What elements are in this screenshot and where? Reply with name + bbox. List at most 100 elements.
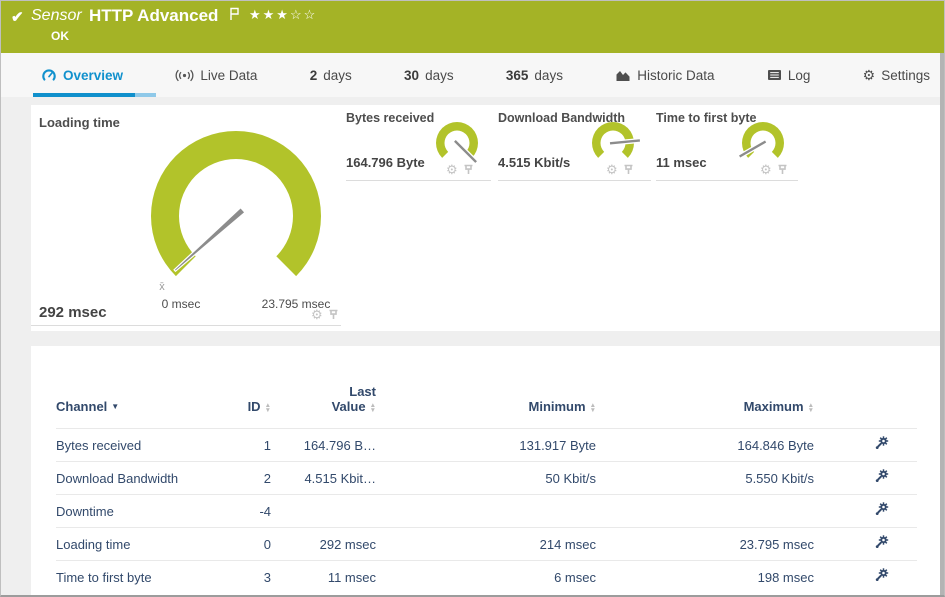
maximum-value [596,494,814,528]
gauge-settings-icon[interactable]: ⚙ [606,163,618,176]
minimum-value: 50 Kbit/s [376,461,596,495]
status-badge: OK [51,29,69,43]
tab-365-days[interactable]: 365 days [506,68,563,83]
priority-stars[interactable]: ★★★☆☆ [249,7,317,23]
pin-icon[interactable] [777,164,788,175]
channel-id: 2 [216,461,271,495]
channel-settings-icon[interactable] [873,502,889,520]
gauge-min-label: 0 msec [161,297,201,311]
column-header-channel[interactable]: Channel ▼ [56,346,216,429]
page-title: HTTP Advanced [89,6,219,25]
tab-label: Historic Data [637,67,715,83]
sort-icon: ▲ ▼ [589,401,596,414]
channel-settings-icon[interactable] [873,568,889,586]
pin-icon[interactable] [463,164,474,175]
table-row: Download Bandwidth 2 4.515 Kbit… 50 Kbit… [56,461,917,495]
tab-label: days [323,67,352,83]
tab-label: days [425,67,454,83]
gauge-title: Loading time [39,115,120,130]
tab-log[interactable]: Log [767,67,811,83]
last-value: 164.796 B… [271,428,376,462]
gauge-title: Bytes received [346,111,435,125]
sort-icon: ▲ ▼ [369,401,376,414]
channel-name[interactable]: Time to first byte [56,560,216,593]
tab-30-days[interactable]: 30 days [404,68,454,83]
gauge-settings-icon[interactable]: ⚙ [760,163,772,176]
tab-label: days [534,67,563,83]
column-header-last-value[interactable]: Last Value ▲ ▼ [271,346,376,429]
gauge-tile-time-to-first-byte: Time to first byte 11 msec ⚙ [656,105,798,181]
loading-time-gauge: x̄ [151,130,321,293]
gauge-icon [42,69,56,81]
active-tab-underline-tail [135,93,156,97]
channel-settings-icon[interactable] [873,436,889,454]
last-value [271,494,376,528]
gauge-value: 4.515 Kbit/s [498,155,571,170]
last-value: 11 msec [271,560,376,593]
maximum-value: 23.795 msec [596,527,814,561]
tab-bar: Overview Live Data 2 days 30 days 365 da… [1,53,944,97]
tab-overview[interactable]: Overview [41,68,123,83]
gauges-panel: Loading time x̄ 0 msec 23.795 msec 292 m… [31,105,942,331]
minimum-value: 131.917 Byte [376,428,596,462]
channel-name[interactable]: Download Bandwidth [56,461,216,495]
tab-settings[interactable]: ⚙ Settings [863,68,930,83]
minimum-value: 6 msec [376,560,596,593]
gauge-value: 11 msec [656,155,707,170]
column-header-id[interactable]: ID ▲ ▼ [216,346,271,429]
gauge-tile-bytes-received: Bytes received 164.796 Byte ⚙ [346,105,491,181]
stars-filled: ★★★ [249,7,290,22]
gauge-tile-loading-time: Loading time x̄ 0 msec 23.795 msec 292 m… [31,105,341,326]
log-list-icon [767,70,781,80]
last-value: 4.515 Kbit… [271,461,376,495]
pin-icon[interactable] [623,164,634,175]
tab-2-days[interactable]: 2 days [310,68,352,83]
channel-table-panel: Channel ▼ ID ▲ ▼ Last Value ▲ ▼ Minimum ▲ ▼ Max… [31,346,942,595]
column-header-maximum[interactable]: Maximum ▲ ▼ [596,346,814,429]
channel-id: 1 [216,428,271,462]
minimum-value: 214 msec [376,527,596,561]
live-signal-icon [175,69,194,81]
tab-label: Overview [63,67,124,83]
sort-desc-icon: ▼ [111,402,120,411]
table-row: Loading time 0 292 msec 214 msec 23.795 … [56,527,917,561]
channel-name[interactable]: Bytes received [56,428,216,462]
table-row: Downtime -4 [56,494,917,528]
tab-historic-data[interactable]: Historic Data [615,67,715,83]
channel-name[interactable]: Loading time [56,527,216,561]
maximum-value: 198 msec [596,560,814,593]
table-row: Time to first byte 3 11 msec 6 msec 198 … [56,560,917,593]
column-header-actions [814,346,917,429]
scrollbar-track[interactable] [940,53,944,595]
gauge-value: 164.796 Byte [346,155,425,170]
pin-icon[interactable] [328,309,339,320]
prtg-sensor-window: ✔ Sensor HTTP Advanced ★★★☆☆ OK Overview [0,0,945,597]
maximum-value: 164.846 Byte [596,428,814,462]
chart-icon [616,70,630,81]
stars-empty: ☆☆ [289,7,318,22]
gauge-tile-download-bandwidth: Download Bandwidth 4.515 Kbit/s ⚙ [498,105,651,181]
channel-settings-icon[interactable] [873,535,889,553]
gauge-settings-icon[interactable]: ⚙ [446,163,458,176]
average-marker: x̄ [159,281,165,293]
last-value: 292 msec [271,527,376,561]
status-check-icon: ✔ [11,9,24,26]
sort-icon: ▲ ▼ [264,401,271,414]
minimum-value [376,494,596,528]
object-kind-label: Sensor [31,7,82,24]
channel-name[interactable]: Downtime [56,494,216,528]
channel-settings-icon[interactable] [873,469,889,487]
tab-label: Log [787,67,811,83]
column-header-minimum[interactable]: Minimum ▲ ▼ [376,346,597,429]
tab-live-data[interactable]: Live Data [175,68,257,83]
channel-id: 3 [216,560,271,593]
gauge-settings-icon[interactable]: ⚙ [311,308,323,321]
channel-table: Channel ▼ ID ▲ ▼ Last Value ▲ ▼ Minimum ▲ ▼ Max… [56,346,917,593]
active-tab-underline [33,93,135,97]
maximum-value: 5.550 Kbit/s [596,461,814,495]
tab-number: 2 [309,67,318,83]
priority-flag-icon[interactable] [229,7,241,26]
gauge-value: 292 msec [39,304,107,321]
tab-number: 365 [505,67,529,83]
channel-id: 0 [216,527,271,561]
